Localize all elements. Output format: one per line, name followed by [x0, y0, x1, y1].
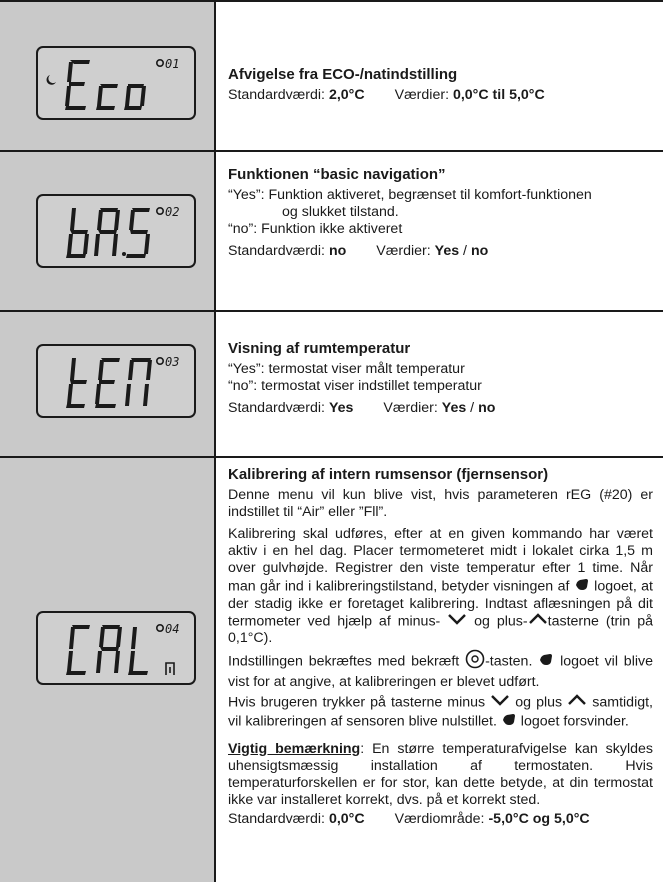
standard-value: 2,0°C — [328, 87, 365, 103]
value-line: Standardværdi: no Værdier: Yes / no — [228, 243, 653, 260]
gear-icon — [156, 59, 165, 68]
table-row: 04 Kalibrering af intern rumsensor (fjer… — [0, 458, 663, 882]
values-value-a: Yes — [441, 400, 467, 416]
yes-option: “Yes”: Funktion aktiveret, begrænset til… — [228, 187, 653, 204]
display-panel: 02 — [0, 152, 216, 310]
values-label: Værdiområde: — [394, 810, 489, 827]
text-run: og plus- — [467, 613, 528, 630]
display-panel: 01 — [0, 2, 216, 150]
parameter-title: Visning af rumtemperatur — [228, 340, 411, 357]
standard-value: 0,0°C — [328, 810, 365, 827]
no-option: “no”: Funktion ikke aktiveret — [228, 221, 653, 238]
text-run: -tasten. — [485, 653, 539, 670]
hand-icon — [574, 577, 590, 596]
values-separator: / — [466, 400, 479, 416]
values-label: Værdier: — [383, 400, 442, 416]
hand-icon — [501, 712, 517, 731]
no-text: : termostat viser indstillet temperatur — [253, 378, 482, 394]
lcd-bas-glyphs: 02 — [66, 205, 179, 258]
values-label: Værdier: — [376, 243, 435, 259]
standard-label: Standardværdi: — [228, 87, 329, 103]
lcd-index: 03 — [165, 355, 179, 369]
paragraph-note: Vigtig bemærkning: En større temperatura… — [228, 741, 653, 809]
yes-option-continued: og slukket tilstand. — [282, 204, 399, 220]
lcd-ten-glyphs: 03 — [66, 355, 179, 408]
moon-icon — [46, 75, 56, 85]
lcd-display-cal: 04 — [36, 611, 196, 685]
no-option: “no”: termostat viser indstillet tempera… — [228, 378, 653, 395]
lcd-cal-glyphs: 04 — [66, 622, 179, 675]
values-value: 0,0°C til 5,0°C — [452, 87, 545, 103]
lcd-display-eco: 01 — [36, 46, 196, 120]
standard-label: Standardværdi: — [228, 810, 329, 827]
lcd-index: 02 — [165, 205, 179, 219]
lcd-index: 01 — [165, 57, 179, 71]
values-separator: / — [459, 243, 471, 259]
standard-value: no — [328, 243, 347, 259]
parameter-description: Afvigelse fra ECO-/natindstilling Standa… — [216, 2, 663, 150]
no-key: “no” — [228, 378, 254, 394]
text-run: og plus — [510, 694, 568, 711]
value-line: Standardværdi: Yes Værdier: Yes / no — [228, 400, 653, 417]
yes-key: “Yes” — [228, 187, 261, 203]
chevron-up-icon — [528, 613, 548, 630]
yes-text: : termostat viser målt temperatur — [260, 361, 465, 377]
display-panel: 04 — [0, 458, 216, 882]
text-run: logoet forsvinder. — [516, 712, 629, 729]
no-text: : Funktion ikke aktiveret — [253, 221, 403, 237]
values-label: Værdier: — [394, 87, 453, 103]
note-label: Vigtig bemærkning — [228, 740, 361, 757]
parameter-title: Afvigelse fra ECO-/natindstilling — [228, 66, 458, 83]
value-line: Standardværdi: 0,0°C Værdiområde: -5,0°C … — [228, 811, 653, 828]
parameter-title: Funktionen “basic navigation” — [228, 166, 446, 183]
gear-icon — [156, 207, 165, 216]
text-run: Indstillingen bekræftes med bekræft — [228, 653, 466, 670]
gear-icon — [156, 357, 165, 366]
standard-label: Standardværdi: — [228, 400, 329, 416]
parameter-title: Kalibrering af intern rumsensor (fjernse… — [228, 466, 549, 483]
parameter-description: Kalibrering af intern rumsensor (fjernse… — [216, 458, 663, 882]
table-row: 03 Visning af rumtemperatur “Yes”: termo… — [0, 312, 663, 458]
value-line: Standardværdi: 2,0°C Værdier: 0,0°C til 5… — [228, 87, 653, 104]
paragraph-availability: Denne menu vil kun blive vist, hvis para… — [228, 487, 653, 520]
values-value-b: no — [478, 400, 496, 416]
values-value-a: Yes — [434, 243, 460, 259]
yes-text: : Funktion aktiveret, begrænset til komf… — [260, 187, 592, 203]
standard-label: Standardværdi: — [228, 243, 329, 259]
no-key: “no” — [228, 221, 254, 237]
lcd-index: 04 — [165, 622, 179, 636]
display-panel: 03 — [0, 312, 216, 456]
hand-icon — [538, 652, 554, 671]
chevron-up-icon — [567, 694, 587, 711]
chevron-down-icon — [490, 694, 510, 711]
paragraph-confirm: Indstillingen bekræftes med bekræft -tas… — [228, 649, 653, 691]
text-run: Hvis brugeren trykker på tasterne minus — [228, 694, 491, 711]
parameter-table: 01 Afvigelse fra ECO-/natindstilling Sta… — [0, 0, 663, 882]
parameter-description: Visning af rumtemperatur “Yes”: termosta… — [216, 312, 663, 456]
gear-icon — [156, 624, 165, 633]
yes-key: “Yes” — [228, 361, 261, 377]
paragraph-calibration: Kalibrering skal udføres, efter at en gi… — [228, 526, 653, 647]
table-row: 02 Funktionen “basic navigation” “Yes”: … — [0, 152, 663, 312]
values-value: -5,0°C og 5,0°C — [488, 810, 590, 827]
values-value-b: no — [470, 243, 489, 259]
lcd-display-ten: 03 — [36, 344, 196, 418]
paragraph-reset: Hvis brugeren trykker på tasterne minus … — [228, 694, 653, 730]
chevron-down-icon — [447, 613, 467, 630]
lcd-display-bas: 02 — [36, 194, 196, 268]
yes-option: “Yes”: termostat viser målt temperatur — [228, 361, 653, 378]
lcd-eco-glyphs: 01 — [46, 57, 179, 110]
standard-value: Yes — [328, 400, 354, 416]
confirm-circle-icon — [465, 649, 485, 674]
parameter-description: Funktionen “basic navigation” “Yes”: Fun… — [216, 152, 663, 310]
table-row: 01 Afvigelse fra ECO-/natindstilling Sta… — [0, 2, 663, 152]
